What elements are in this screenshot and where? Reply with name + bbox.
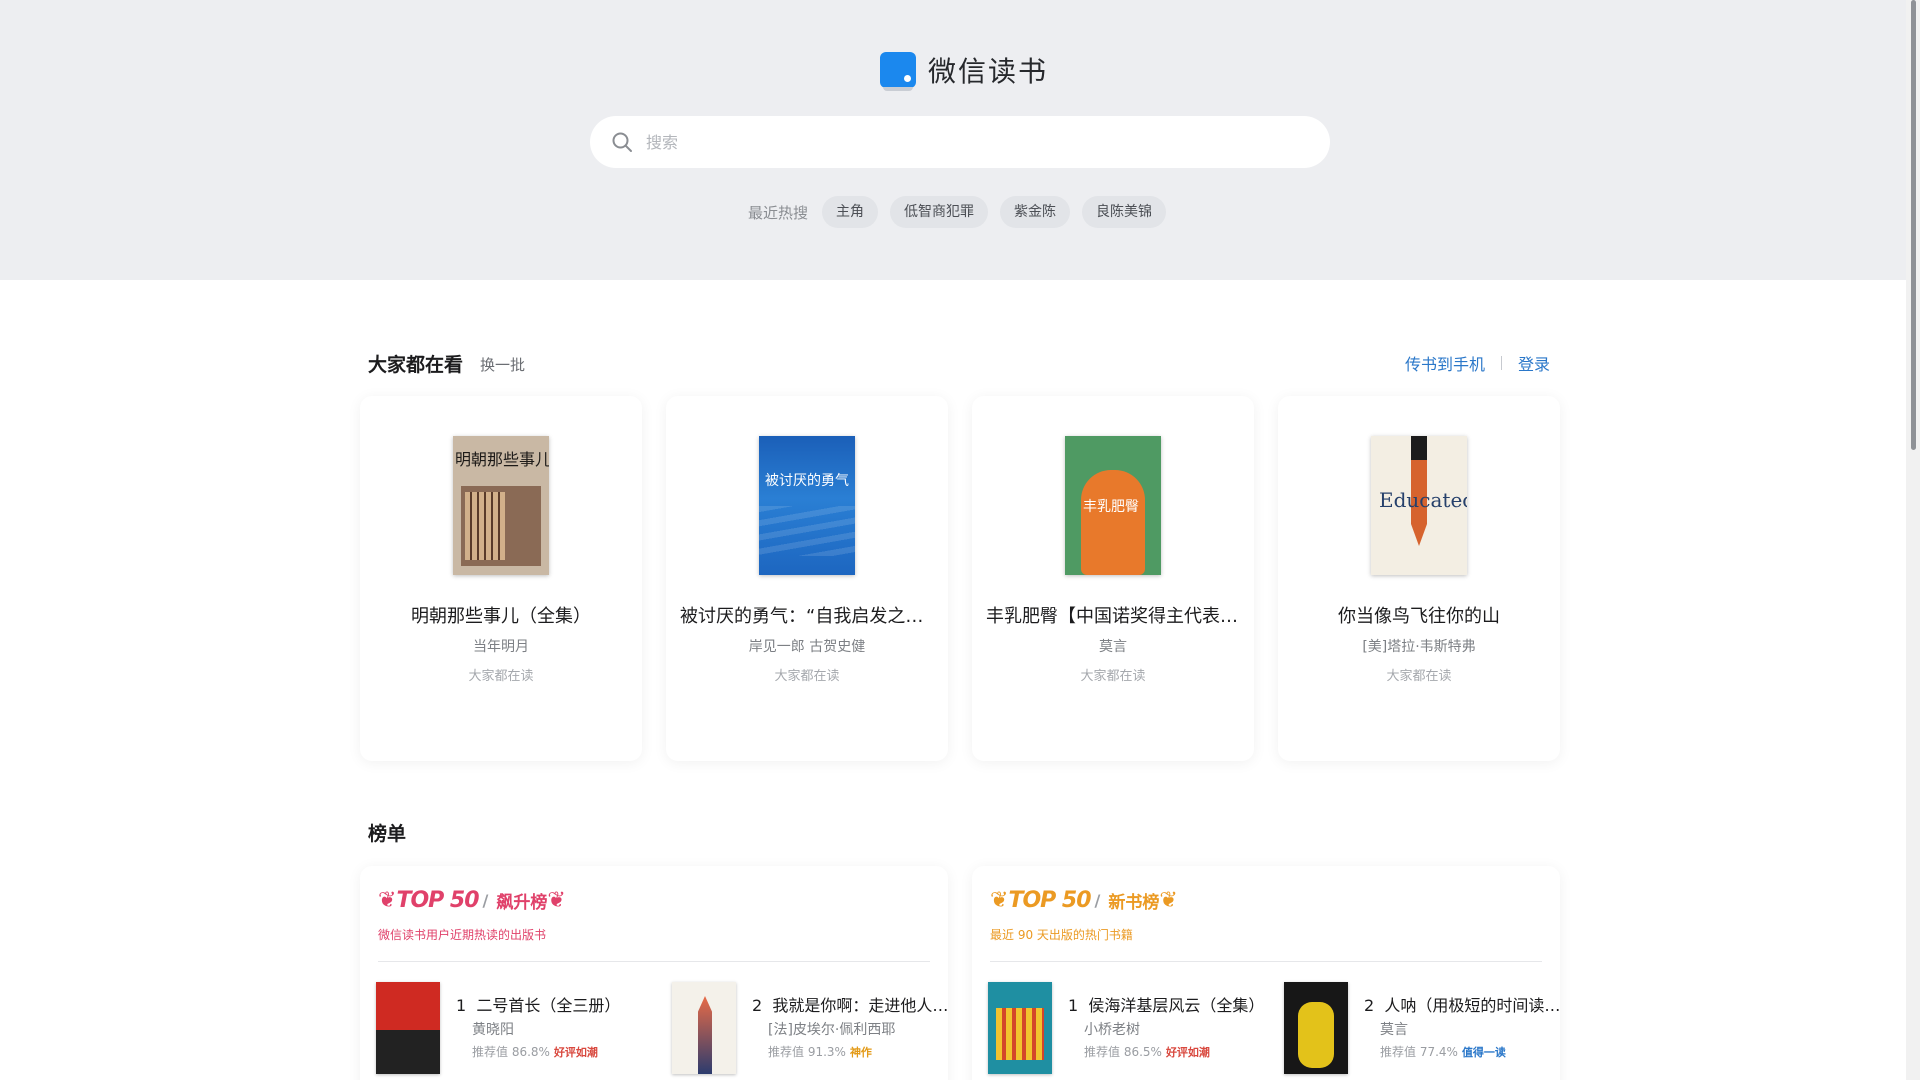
- ranking-name: 飙升榜: [496, 893, 548, 913]
- ranking-card-new-books[interactable]: ❦ TOP 50 / 新书榜 ❦ 最近 90 天出版的热门书籍 1 侯海洋基层风…: [972, 866, 1574, 1080]
- book-card[interactable]: 被讨厌的勇气 被讨厌的勇气：“自我启发之父”阿德勒的哲学课 岸见一郎 古贺史健 …: [666, 396, 948, 761]
- ranking-item[interactable]: 2 人呐（用极短的时间读懂人性） 莫言 推荐值 77.4%值得一读: [1284, 982, 1580, 1078]
- rating-tag: 值得一读: [1461, 1045, 1506, 1059]
- book-card[interactable]: Educated 你当像鸟飞往你的山 [美]塔拉·韦斯特弗 大家都在读: [1278, 396, 1560, 761]
- ranking-card-soaring[interactable]: ❦ TOP 50 / 飙升榜 ❦ 微信读书用户近期热读的出版书 1 二号首长（全…: [360, 866, 962, 1080]
- section-title-rankings: 榜单: [368, 823, 407, 845]
- ranking-item[interactable]: 1 侯海洋基层风云（全集） 小桥老树 推荐值 86.5% 好评如潮: [988, 982, 1284, 1078]
- book-card[interactable]: 丰乳肥臀 丰乳肥臀【中国诺奖得主代表作】 莫言 大家都在读: [972, 396, 1254, 761]
- laurel-left-icon: ❦: [990, 888, 1009, 913]
- book-cover-text: 被讨厌的勇气: [765, 473, 849, 489]
- search-bar[interactable]: [590, 116, 1330, 168]
- ranking-item-author: 莫言: [1380, 1022, 1408, 1038]
- ranking-item-author: 黄晓阳: [472, 1022, 514, 1038]
- scrollbar-thumb[interactable]: [1911, 0, 1916, 450]
- hot-search-chip[interactable]: 主角: [822, 196, 879, 228]
- divider: [378, 961, 930, 962]
- hot-search-chip[interactable]: 紫金陈: [1000, 196, 1071, 228]
- book-cover: [376, 982, 440, 1074]
- search-icon: [612, 132, 632, 152]
- book-card-list: 明朝那些事儿 明朝那些事儿（全集） 当年明月 大家都在读 被讨厌的勇气 被讨厌的…: [360, 396, 1560, 761]
- rating-tag: 好评如潮: [553, 1045, 598, 1059]
- laurel-left-icon: ❦: [378, 888, 397, 913]
- rating-tag: 好评如潮: [1165, 1045, 1210, 1059]
- hot-search-label: 最近热搜: [748, 203, 809, 222]
- ranking-item-title: 2 人呐（用极短的时间读懂人性）: [1364, 996, 1574, 1015]
- ranking-item-author: 小桥老树: [1084, 1022, 1140, 1038]
- ranking-name: 新书榜: [1108, 893, 1160, 913]
- divider: [990, 961, 1542, 962]
- book-cover: 明朝那些事儿: [453, 436, 549, 575]
- ranking-header: ❦ TOP 50 / 飙升榜 ❦: [378, 888, 566, 913]
- book-author: 莫言: [1099, 639, 1127, 655]
- ranking-item-rating: 推荐值 86.5% 好评如潮: [1084, 1045, 1210, 1059]
- book-cover: [1284, 982, 1348, 1074]
- book-author: [美]塔拉·韦斯特弗: [1362, 639, 1476, 655]
- book-meta: 大家都在读: [774, 669, 840, 684]
- laurel-right-icon: ❦: [547, 888, 566, 913]
- send-to-phone-link[interactable]: 传书到手机: [1405, 351, 1485, 375]
- hot-search-chip[interactable]: 低智商犯罪: [890, 196, 989, 228]
- hot-search-chip[interactable]: 良陈美锦: [1082, 196, 1167, 228]
- ranking-header: ❦ TOP 50 / 新书榜 ❦: [990, 888, 1178, 913]
- ranking-badge: TOP 50: [396, 888, 479, 913]
- section-title-everyone-reading: 大家都在看: [368, 354, 464, 376]
- ranking-subtitle: 微信读书用户近期热读的出版书: [378, 928, 547, 942]
- book-cover: 被讨厌的勇气: [759, 436, 855, 575]
- header-area: 微信读书 最近热搜 主角 低智商犯罪 紫金陈 良陈美锦: [0, 0, 1920, 280]
- weread-logo-icon: [880, 52, 916, 91]
- hot-search: 最近热搜 主角 低智商犯罪 紫金陈 良陈美锦: [748, 196, 1178, 228]
- book-card[interactable]: 明朝那些事儿 明朝那些事儿（全集） 当年明月 大家都在读: [360, 396, 642, 761]
- brand-logo[interactable]: 微信读书: [880, 50, 1049, 91]
- ranking-item-rating: 推荐值 86.8% 好评如潮: [472, 1045, 598, 1059]
- refresh-button[interactable]: 换一批: [480, 354, 525, 375]
- book-title: 被讨厌的勇气：“自我启发之父”阿德勒的哲学课: [680, 606, 934, 627]
- top-links: 传书到手机 登录: [1405, 351, 1550, 375]
- book-cover-text: Educated: [1379, 488, 1467, 512]
- book-author: 当年明月: [473, 639, 529, 655]
- ranking-item-title: 1 侯海洋基层风云（全集）: [1068, 996, 1265, 1015]
- book-cover: [672, 982, 736, 1074]
- ranking-item-rating: 推荐值 91.3% 神作: [768, 1045, 872, 1059]
- book-author: 岸见一郎 古贺史健: [748, 639, 866, 655]
- ranking-item-title: 1 二号首长（全三册）: [456, 996, 621, 1015]
- login-link[interactable]: 登录: [1518, 351, 1550, 375]
- brand-name: 微信读书: [928, 55, 1049, 88]
- ranking-item[interactable]: 2 我就是你啊：走进他人的心灵世界 [法]皮埃尔·佩利西耶 推荐值 91.3%神…: [672, 982, 968, 1078]
- book-cover-text: 丰乳肥臀: [1083, 499, 1139, 515]
- search-input[interactable]: [646, 132, 1286, 152]
- book-cover: Educated: [1371, 436, 1467, 575]
- ranking-badge: TOP 50: [1008, 888, 1091, 913]
- book-cover: 丰乳肥臀: [1065, 436, 1161, 575]
- ranking-item-title: 2 我就是你啊：走进他人的心灵世界: [752, 996, 962, 1015]
- ranking-item[interactable]: 1 二号首长（全三册） 黄晓阳 推荐值 86.8% 好评如潮: [376, 982, 672, 1078]
- book-title: 明朝那些事儿（全集）: [411, 606, 591, 627]
- book-meta: 大家都在读: [1386, 669, 1452, 684]
- laurel-right-icon: ❦: [1159, 888, 1178, 913]
- book-meta: 大家都在读: [468, 669, 534, 684]
- rating-tag: 神作: [849, 1045, 872, 1059]
- book-cover: [988, 982, 1052, 1074]
- book-title: 你当像鸟飞往你的山: [1338, 606, 1500, 627]
- ranking-item-author: [法]皮埃尔·佩利西耶: [768, 1022, 896, 1038]
- book-cover-text: 明朝那些事儿: [455, 450, 549, 469]
- book-meta: 大家都在读: [1080, 669, 1146, 684]
- ranking-item-rating: 推荐值 77.4% 值得一读: [1380, 1045, 1506, 1059]
- book-title: 丰乳肥臀【中国诺奖得主代表作】: [986, 606, 1240, 627]
- ranking-subtitle: 最近 90 天出版的热门书籍: [990, 928, 1133, 942]
- divider: [1500, 356, 1502, 370]
- ranking-list: ❦ TOP 50 / 飙升榜 ❦ 微信读书用户近期热读的出版书 1 二号首长（全…: [360, 866, 1574, 1080]
